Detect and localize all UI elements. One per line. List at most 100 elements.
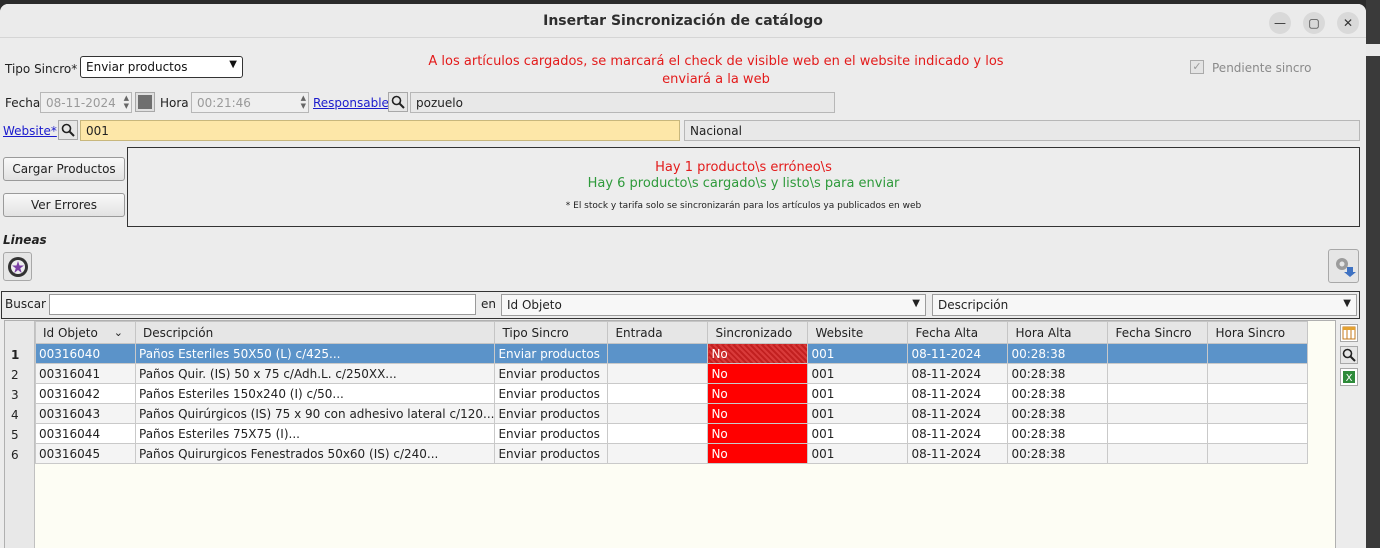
fecha-value: 08-11-2024 bbox=[46, 96, 116, 110]
cell-fecha: 08-11-2024 bbox=[907, 423, 1009, 444]
table-row[interactable]: 00316044 Paños Esteriles 75X75 (I)... Envi… bbox=[35, 423, 1309, 444]
table-row[interactable]: 00316041 Paños Quir. (IS) 50 x 75 c/Adh.L… bbox=[35, 363, 1309, 384]
export-settings-button[interactable] bbox=[1328, 249, 1359, 283]
table-row[interactable]: 00316040 Paños Esteriles 50X50 (L) c/425.… bbox=[35, 343, 1309, 364]
pendiente-checkbox[interactable]: ✓ bbox=[1190, 60, 1204, 74]
cell-sinc: No bbox=[707, 403, 809, 424]
row-number: 1 bbox=[11, 348, 20, 362]
column-header[interactable]: Hora Sincro bbox=[1207, 321, 1309, 344]
column-header[interactable]: Tipo Sincro bbox=[494, 321, 609, 344]
search-icon bbox=[61, 123, 75, 137]
row-number: 4 bbox=[11, 408, 19, 422]
cell-hs bbox=[1207, 383, 1309, 404]
cell-fecha: 08-11-2024 bbox=[907, 443, 1009, 464]
table-row[interactable]: 00316042 Paños Esteriles 150x240 (I) c/50… bbox=[35, 383, 1309, 404]
errors-message: Hay 1 producto\s erróneo\s bbox=[655, 160, 832, 175]
cell-entrada bbox=[607, 363, 709, 384]
cell-web: 001 bbox=[807, 363, 909, 384]
svg-text:X: X bbox=[1346, 373, 1353, 384]
star-icon bbox=[7, 256, 28, 277]
column-header[interactable]: Hora Alta bbox=[1007, 321, 1109, 344]
cell-id: 00316043 bbox=[35, 403, 136, 424]
column-header[interactable]: Website bbox=[807, 321, 909, 344]
responsable-field[interactable]: pozuelo bbox=[410, 92, 835, 113]
sort-icon: ⌄ bbox=[113, 325, 123, 339]
column-header[interactable]: Id Objeto ⌄ bbox=[35, 321, 136, 344]
close-icon[interactable]: ✕ bbox=[1337, 12, 1359, 34]
cargar-productos-button[interactable]: Cargar Productos bbox=[3, 157, 125, 181]
responsable-link[interactable]: Responsable bbox=[313, 96, 389, 110]
campo-select[interactable]: Id Objeto ▼ bbox=[501, 294, 926, 316]
orden-select[interactable]: Descripción ▼ bbox=[932, 294, 1357, 316]
cell-hs bbox=[1207, 343, 1309, 364]
fecha-field[interactable]: 08-11-2024 ▲ ▼ bbox=[40, 92, 132, 113]
cell-web: 001 bbox=[807, 343, 909, 364]
cell-hora: 00:28:38 bbox=[1007, 343, 1109, 364]
column-header[interactable]: Fecha Alta bbox=[907, 321, 1009, 344]
row-number: 5 bbox=[11, 428, 19, 442]
cell-fs bbox=[1107, 423, 1209, 444]
website-code-field[interactable]: 001 bbox=[80, 120, 680, 141]
cell-fs bbox=[1107, 403, 1209, 424]
cell-desc: Paños Esteriles 75X75 (I)... bbox=[134, 423, 496, 444]
cell-web: 001 bbox=[807, 443, 909, 464]
website-link[interactable]: Website* bbox=[3, 124, 57, 138]
cell-id: 00316045 bbox=[35, 443, 136, 464]
maximize-icon[interactable]: ▢ bbox=[1303, 12, 1325, 34]
add-line-button[interactable] bbox=[3, 252, 32, 281]
cell-hs bbox=[1207, 423, 1309, 444]
cell-hs bbox=[1207, 363, 1309, 384]
hora-field[interactable]: 00:21:46 ▲ ▼ bbox=[191, 92, 309, 113]
calendar-button[interactable] bbox=[135, 92, 155, 112]
cell-desc: Paños Quir. (IS) 50 x 75 c/Adh.L. c/250X… bbox=[134, 363, 496, 384]
tipo-sincro-select[interactable]: Enviar productos ▼ bbox=[80, 56, 243, 78]
cell-fecha: 08-11-2024 bbox=[907, 403, 1009, 424]
cell-fecha: 08-11-2024 bbox=[907, 363, 1009, 384]
search-icon bbox=[391, 95, 405, 109]
column-header[interactable]: Fecha Sincro bbox=[1107, 321, 1209, 344]
cell-sinc: No bbox=[707, 423, 809, 444]
tipo-sincro-label: Tipo Sincro* bbox=[5, 62, 78, 76]
table-search-button[interactable] bbox=[1340, 346, 1358, 364]
buscar-input[interactable] bbox=[49, 294, 476, 315]
cell-web: 001 bbox=[807, 423, 909, 444]
website-search-button[interactable] bbox=[58, 120, 78, 140]
dialog-window: Insertar Sincronización de catálogo — ▢ … bbox=[0, 4, 1366, 548]
column-header[interactable]: Descripción bbox=[134, 321, 496, 344]
cell-web: 001 bbox=[807, 383, 909, 404]
title-bar: Insertar Sincronización de catálogo — ▢ … bbox=[0, 4, 1366, 38]
cell-id: 00316041 bbox=[35, 363, 136, 384]
cell-hora: 00:28:38 bbox=[1007, 363, 1109, 384]
info-message: A los artículos cargados, se marcará el … bbox=[250, 53, 1182, 89]
gear-download-icon bbox=[1335, 258, 1356, 277]
buscar-label: Buscar bbox=[5, 297, 46, 311]
table-row[interactable]: 00316045 Paños Quirurgicos Fenestrados 50… bbox=[35, 443, 1309, 464]
cell-entrada bbox=[607, 383, 709, 404]
cell-fs bbox=[1107, 443, 1209, 464]
cell-sinc: No bbox=[707, 363, 809, 384]
hora-value: 00:21:46 bbox=[197, 96, 251, 110]
column-header[interactable]: Sincronizado bbox=[707, 321, 809, 344]
info-line-2: enviará a la web bbox=[662, 72, 770, 87]
chevron-down-icon: ▼ bbox=[912, 298, 920, 309]
export-excel-button[interactable]: X bbox=[1340, 368, 1358, 386]
website-name-field: Nacional bbox=[684, 120, 1360, 141]
column-header[interactable]: Entrada bbox=[607, 321, 709, 344]
responsable-search-button[interactable] bbox=[388, 92, 408, 112]
ver-errores-button[interactable]: Ver Errores bbox=[3, 193, 125, 217]
cell-tipo: Enviar productos bbox=[494, 443, 609, 464]
calendar-icon bbox=[138, 95, 152, 109]
desktop-background bbox=[1366, 0, 1380, 548]
table-tools: X bbox=[1338, 320, 1360, 548]
cell-tipo: Enviar productos bbox=[494, 383, 609, 404]
columns-button[interactable] bbox=[1340, 324, 1358, 342]
cell-desc: Paños Quirurgicos Fenestrados 50x60 (IS)… bbox=[134, 443, 496, 464]
cell-hora: 00:28:38 bbox=[1007, 443, 1109, 464]
minimize-icon[interactable]: — bbox=[1269, 12, 1291, 34]
table-row[interactable]: 00316043 Paños Quirúrgicos (IS) 75 x 90 c… bbox=[35, 403, 1309, 424]
cell-web: 001 bbox=[807, 403, 909, 424]
cell-hora: 00:28:38 bbox=[1007, 423, 1109, 444]
row-number: 2 bbox=[11, 368, 19, 382]
cell-desc: Paños Esteriles 50X50 (L) c/425... bbox=[134, 343, 496, 364]
cell-tipo: Enviar productos bbox=[494, 343, 609, 364]
